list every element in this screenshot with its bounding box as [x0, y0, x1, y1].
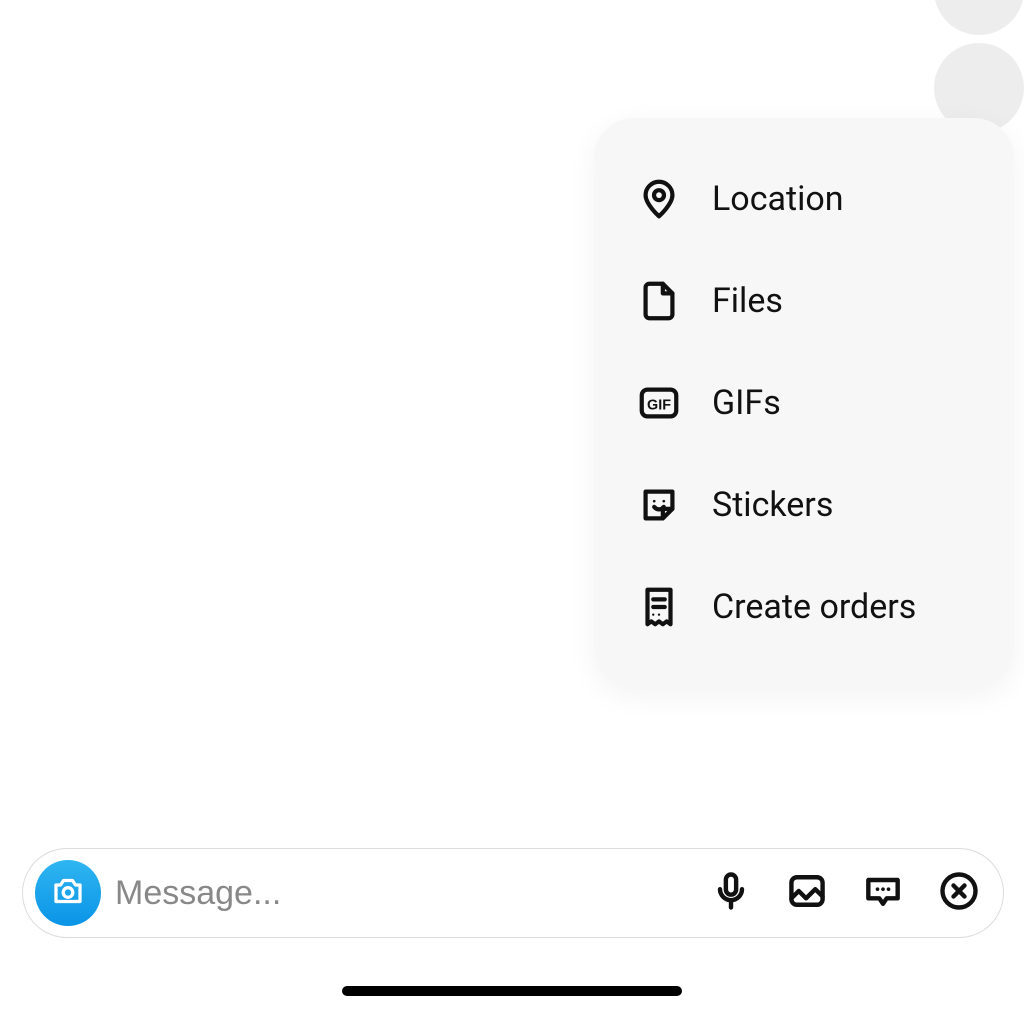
message-input[interactable]: [115, 849, 693, 937]
receipt-icon: [634, 582, 684, 632]
location-pin-icon: [634, 174, 684, 224]
menu-item-label: Stickers: [712, 485, 833, 525]
close-button[interactable]: [935, 869, 983, 917]
menu-item-location[interactable]: Location: [622, 148, 986, 250]
svg-text:GIF: GIF: [647, 398, 671, 414]
menu-item-stickers[interactable]: Stickers: [622, 454, 986, 556]
image-button[interactable]: [783, 869, 831, 917]
sticker-icon: [634, 480, 684, 530]
composer-actions: [707, 869, 991, 917]
menu-item-label: Files: [712, 281, 783, 321]
image-icon: [785, 869, 829, 917]
file-icon: [634, 276, 684, 326]
camera-icon: [50, 873, 86, 913]
message-composer: [22, 848, 1004, 938]
close-icon: [937, 869, 981, 917]
menu-item-create-orders[interactable]: Create orders: [622, 556, 986, 658]
home-indicator[interactable]: [342, 986, 682, 996]
menu-item-gifs[interactable]: GIF GIFs: [622, 352, 986, 454]
more-button[interactable]: [859, 869, 907, 917]
voice-button[interactable]: [707, 869, 755, 917]
avatar: [934, 0, 1024, 35]
avatar-stack: [934, 0, 1024, 133]
menu-item-label: Create orders: [712, 587, 916, 627]
gif-icon: GIF: [634, 378, 684, 428]
speech-bubble-icon: [861, 869, 905, 917]
microphone-icon: [709, 869, 753, 917]
menu-item-label: Location: [712, 179, 844, 219]
menu-item-label: GIFs: [712, 383, 781, 423]
menu-item-files[interactable]: Files: [622, 250, 986, 352]
camera-button[interactable]: [35, 860, 101, 926]
attachment-menu: Location Files GIF GIFs Stickers Create …: [594, 118, 1014, 688]
